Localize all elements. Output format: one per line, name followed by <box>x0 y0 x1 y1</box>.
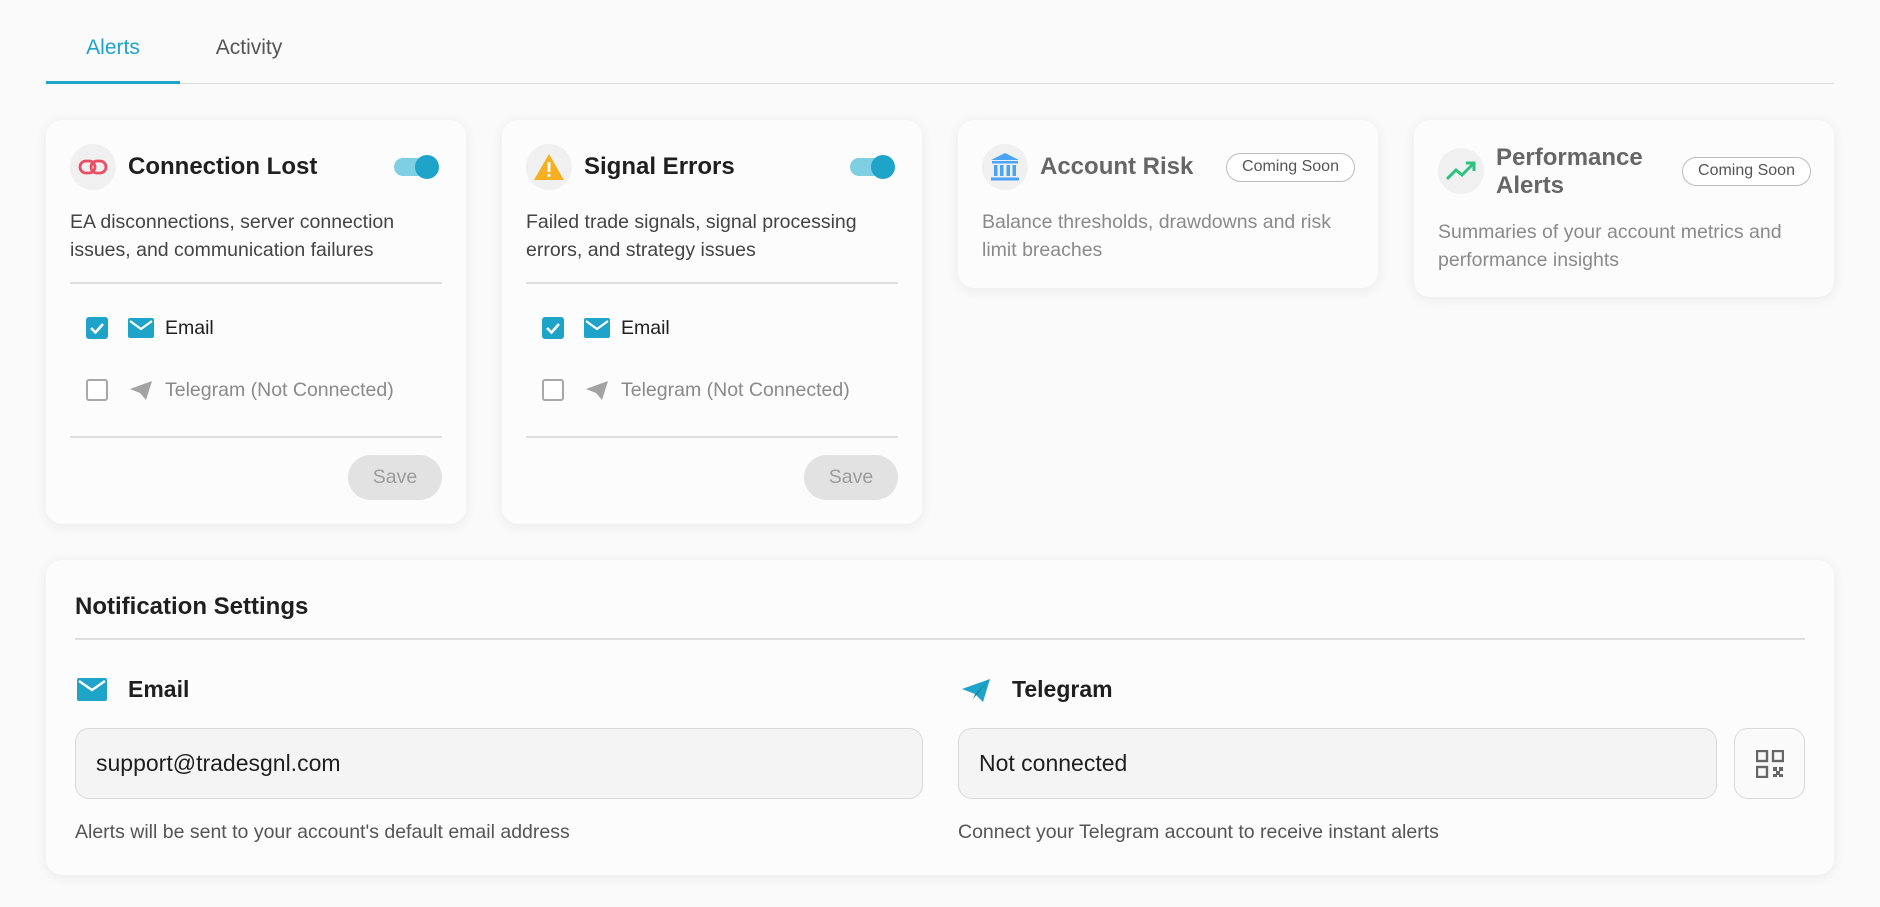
card-description: Balance thresholds, drawdowns and risk l… <box>982 211 1332 261</box>
card-title: Connection Lost <box>128 153 318 180</box>
card-title: Account Risk <box>1040 153 1194 180</box>
qr-code-button[interactable] <box>1734 728 1805 799</box>
account-risk-card: Account Risk Coming Soon Balance thresho… <box>958 120 1378 288</box>
telegram-section-label: Telegram <box>1012 676 1113 702</box>
telegram-checkbox[interactable] <box>86 379 108 401</box>
telegram-checkbox[interactable] <box>542 379 564 401</box>
card-description: Summaries of your account metrics and pe… <box>1438 221 1782 271</box>
qr-code-icon <box>1755 749 1784 778</box>
mail-icon <box>584 318 610 338</box>
email-checkbox[interactable] <box>542 317 564 339</box>
divider <box>70 436 442 438</box>
coming-soon-badge: Coming Soon <box>1226 153 1355 182</box>
tab-bar: Alerts Activity <box>46 0 1834 84</box>
email-checkbox[interactable] <box>86 317 108 339</box>
signal-errors-card: Signal Errors Failed trade signals, sign… <box>502 120 922 524</box>
email-section-label: Email <box>128 676 190 702</box>
performance-alerts-card: Performance Alerts Coming Soon Summaries… <box>1414 120 1834 297</box>
email-helper-text: Alerts will be sent to your account's de… <box>75 821 570 843</box>
card-title: Signal Errors <box>584 153 735 180</box>
bank-icon <box>982 144 1028 190</box>
divider <box>75 638 1805 640</box>
warning-icon <box>526 144 572 190</box>
divider <box>70 282 442 284</box>
save-button[interactable]: Save <box>348 455 442 500</box>
email-option-label: Email <box>165 317 214 339</box>
email-field[interactable]: support@tradesgnl.com <box>75 728 923 799</box>
telegram-icon <box>586 381 608 400</box>
card-description: EA disconnections, server connection iss… <box>70 211 395 261</box>
tab-activity[interactable]: Activity <box>180 0 318 84</box>
notification-settings-panel: Notification Settings Email support@trad… <box>46 560 1834 875</box>
telegram-option-label: Telegram (Not Connected) <box>621 379 850 401</box>
telegram-icon <box>130 381 152 400</box>
mail-icon <box>77 678 107 701</box>
email-option-label: Email <box>621 317 670 339</box>
card-title: Performance Alerts <box>1496 144 1643 199</box>
coming-soon-badge: Coming Soon <box>1682 157 1811 186</box>
telegram-option-label: Telegram (Not Connected) <box>165 379 394 401</box>
trending-up-icon <box>1438 148 1484 194</box>
mail-icon <box>128 318 154 338</box>
divider <box>526 282 898 284</box>
save-button[interactable]: Save <box>804 455 898 500</box>
signal-errors-toggle[interactable] <box>850 155 895 179</box>
telegram-field[interactable]: Not connected <box>958 728 1717 799</box>
card-description: Failed trade signals, signal processing … <box>526 211 857 261</box>
connection-lost-toggle[interactable] <box>394 155 439 179</box>
divider <box>526 436 898 438</box>
link-icon <box>70 144 116 190</box>
telegram-icon <box>962 679 990 702</box>
section-title: Notification Settings <box>75 593 309 620</box>
tab-alerts[interactable]: Alerts <box>46 0 180 84</box>
telegram-helper-text: Connect your Telegram account to receive… <box>958 821 1439 843</box>
connection-lost-card: Connection Lost EA disconnections, serve… <box>46 120 466 524</box>
